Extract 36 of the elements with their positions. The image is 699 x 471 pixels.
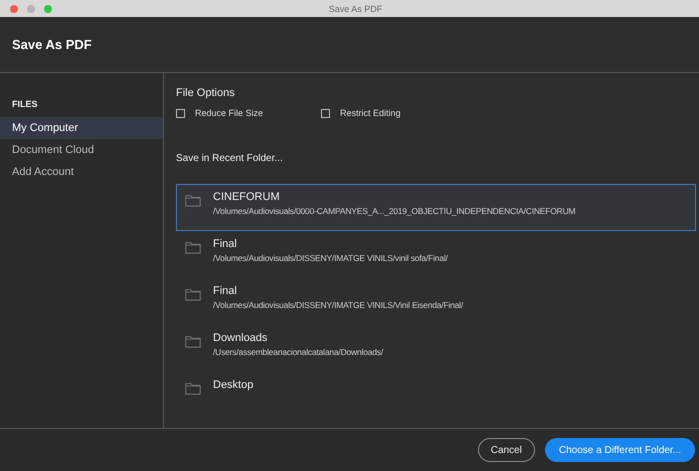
checkbox-label: Restrict Editing — [340, 108, 401, 118]
folder-name: Downloads — [213, 332, 268, 344]
folder-icon — [185, 288, 201, 301]
folder-name: Final — [213, 238, 238, 250]
folder-icon — [185, 194, 201, 207]
choose-folder-button[interactable]: Choose a Different Folder... — [544, 438, 695, 462]
checkbox-label: Reduce File Size — [195, 108, 264, 118]
zoom-button[interactable] — [44, 4, 52, 12]
folder-name: Desktop — [213, 379, 254, 391]
sidebar-item[interactable]: Document Cloud — [0, 139, 163, 161]
folder-path: /Users/assembleanacionalcatalana/Downloads/ — [213, 347, 383, 357]
folder-path: /Volumes/Audiovisuals/0000-CAMPANYES_A..._2019_OBJECTIU_INDEPENDENCIA/CINEFORUM — [213, 206, 576, 216]
folder-path: /Volumes/Audiovisuals/DISSENY/IMATGE VINILS/Vinil Eisenda/Final/ — [213, 300, 464, 310]
sidebar-heading: FILES — [11, 99, 39, 109]
folder-row[interactable]: Final /Volumes/Audiovisuals/DISSENY/IMATGE VINILS/Vinil Eisenda/Final/ — [176, 278, 696, 325]
folder-row[interactable]: CINEFORUM /Volumes/Audiovisuals/0000-CAMPANYES_A..._2019_OBJECTIU_INDEPENDENCIA/CINEFORUM — [176, 184, 696, 231]
folder-path: /Volumes/Audiovisuals/DISSENY/IMATGE VINILS/vinil sofa/Final/ — [213, 253, 448, 263]
window-title: Save As PDF — [328, 4, 382, 14]
sidebar-item[interactable]: Add Account — [0, 161, 163, 183]
folder-icon — [185, 335, 201, 348]
minimize-button[interactable] — [27, 4, 35, 12]
checkbox[interactable] — [176, 108, 185, 118]
folder-icon — [185, 241, 201, 254]
folder-row[interactable]: Final /Volumes/Audiovisuals/DISSENY/IMATGE VINILS/vinil sofa/Final/ — [176, 231, 696, 278]
folder-row[interactable]: Downloads /Users/assembleanacionalcatalana/Downloads/ — [176, 325, 696, 372]
section-heading: Save in Recent Folder... — [176, 153, 284, 164]
cancel-button[interactable]: Cancel — [478, 438, 535, 462]
folder-name: CINEFORUM — [213, 191, 281, 203]
dialog-title: Save As PDF — [12, 37, 92, 52]
sidebar-item[interactable]: My Computer — [0, 117, 163, 139]
folder-icon — [185, 382, 201, 395]
checkbox[interactable] — [321, 108, 330, 118]
folder-name: Final — [213, 285, 238, 297]
section-heading: File Options — [176, 87, 236, 99]
close-button[interactable] — [10, 4, 18, 12]
folder-row[interactable]: Desktop — [176, 372, 696, 419]
